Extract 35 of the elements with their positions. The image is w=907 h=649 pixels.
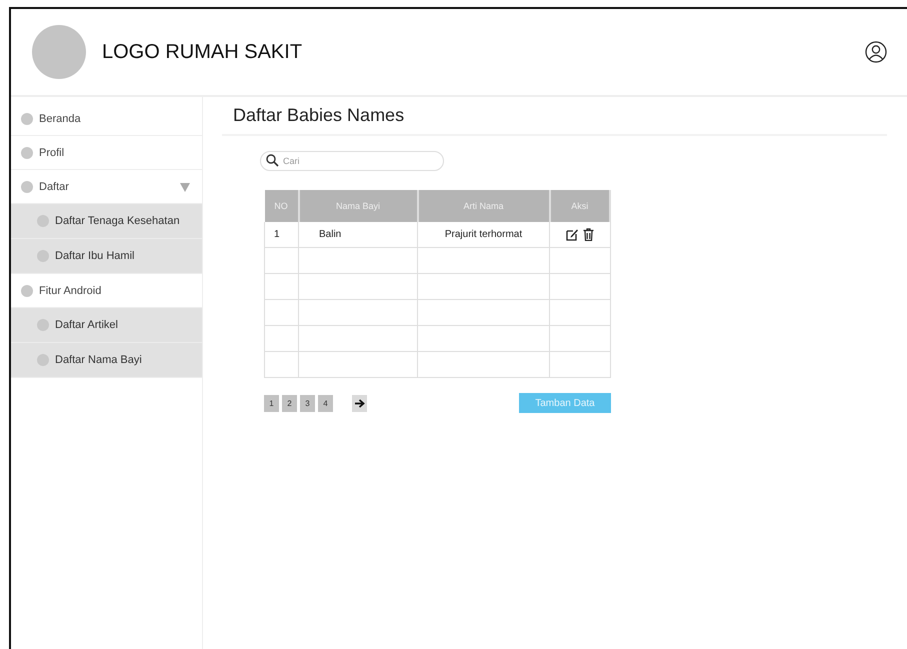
column-header: Nama Bayi [298, 190, 418, 222]
page-title: Daftar Babies Names [222, 105, 887, 136]
sidebar-subitem[interactable]: Daftar Tenaga Kesehatan [11, 204, 202, 239]
table-cell: 1 [274, 229, 280, 240]
user-icon[interactable] [865, 41, 887, 63]
logo-placeholder [32, 25, 86, 79]
table-cell: Balin [319, 229, 342, 240]
search-field[interactable]: Cari [260, 151, 444, 171]
sidebar-item[interactable]: Profil [11, 136, 202, 170]
search-icon [266, 154, 279, 167]
sidebar-subitem[interactable]: Daftar Ibu Hamil [11, 239, 202, 274]
column-header: NO [264, 190, 298, 222]
bullet-icon [21, 180, 33, 192]
logo-text: LOGO RUMAH SAKIT [102, 40, 302, 64]
sidebar-subitem[interactable]: Daftar Nama Bayi [11, 343, 202, 378]
bullet-icon [21, 146, 33, 158]
column-header: Aksi [550, 190, 610, 222]
next-page-button[interactable] [352, 394, 367, 412]
page-button[interactable]: 2 [282, 394, 297, 412]
bullet-icon [37, 319, 49, 331]
page-button[interactable]: 3 [300, 394, 315, 412]
arrow-right-icon [354, 398, 364, 408]
bullet-icon [21, 284, 33, 296]
column-header: Arti Nama [418, 190, 550, 222]
sidebar-item[interactable]: Beranda [11, 102, 202, 136]
table-cell: Prajurit terhormat [444, 229, 522, 240]
bullet-icon [21, 112, 33, 124]
trash-icon[interactable] [582, 228, 594, 241]
sidebar-subitem[interactable]: Daftar Artikel [11, 308, 202, 343]
page-button[interactable]: 4 [318, 394, 333, 412]
page-button[interactable]: 1 [264, 394, 279, 412]
edit-icon[interactable] [566, 228, 579, 241]
bullet-icon [37, 215, 49, 227]
bullet-icon [37, 250, 49, 262]
bullet-icon [37, 354, 49, 366]
